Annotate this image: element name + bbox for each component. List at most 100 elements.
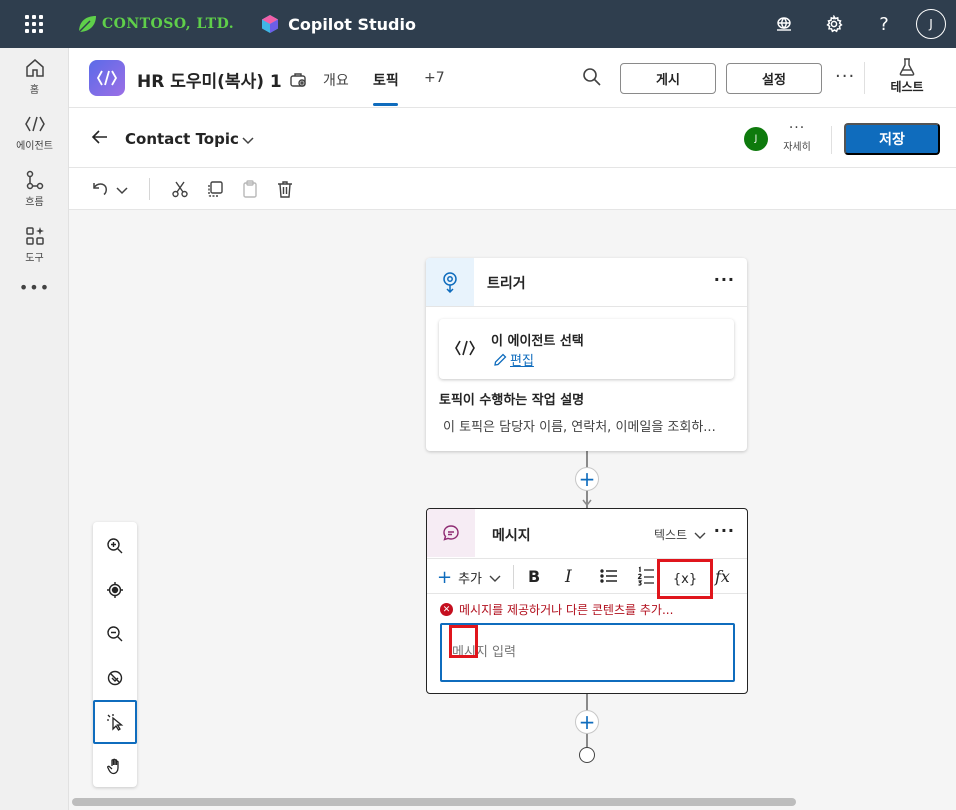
details-button[interactable]: ··· 자세히 [779,121,815,153]
app-launcher-button[interactable] [0,0,68,48]
trigger-title: 트리거 [487,276,526,292]
left-rail: 홈 에이전트 흐름 도구 ••• [0,48,69,810]
topic-name[interactable]: Contact Topic [125,130,239,148]
undo-dropdown-button[interactable] [115,182,129,201]
search-button[interactable] [582,67,602,91]
formula-button[interactable]: fx [715,567,730,586]
hand-icon [107,758,119,775]
agent-logo [89,60,125,96]
save-button[interactable]: 저장 [844,123,940,155]
add-label: 추가 [458,572,483,587]
trigger-node[interactable]: 트리거 ··· 이 에이전트 선택 편집 토픽이 수행하는 작업 설명 이 토픽… [426,258,747,451]
description-text[interactable]: 이 토픽은 담당자 이름, 연락처, 이메일을 조회하... [443,416,738,435]
environment-button[interactable] [764,0,804,48]
waffle-icon [25,15,43,33]
minimap-toggle-button[interactable] [93,656,137,700]
back-button[interactable] [91,128,109,150]
rail-item-home[interactable]: 홈 [0,48,69,104]
error-message: ✕ 메시지를 제공하거나 다른 콘텐츠를 추가... [440,601,673,618]
rail-more-button[interactable]: ••• [0,272,69,302]
error-icon: ✕ [440,603,453,616]
topic-dropdown-button[interactable] [241,132,255,151]
agent-select-title: 이 에이전트 선택 [491,334,584,349]
delete-button[interactable] [276,180,294,202]
pencil-icon [494,353,507,366]
trigger-icon [443,272,457,293]
tab-more[interactable]: +7 [424,70,445,86]
editor-avatar[interactable]: J [744,127,768,151]
message-icon-box [427,509,475,557]
agent-badge[interactable] [289,70,307,92]
brand-logo[interactable]: CONTOSO, LTD. [76,13,234,35]
map-off-icon [107,670,123,686]
cut-button[interactable] [171,180,189,202]
publish-button[interactable]: 게시 [620,63,716,94]
rail-item-tools[interactable]: 도구 [0,216,69,272]
message-title: 메시지 [492,528,531,544]
active-tab-indicator [373,103,398,106]
agent-header: HR 도우미(복사) 1 개요 토픽 +7 게시 설정 ··· 테스트 [69,48,956,108]
settings-button[interactable] [814,0,854,48]
zoom-out-icon [107,626,123,642]
divider [426,306,747,307]
message-editor-toolbar: + 추가 B I {x} fx [427,558,747,599]
flask-icon [899,58,915,76]
bold-button[interactable]: B [528,567,540,586]
copilot-studio-logo-icon [262,15,279,33]
user-avatar-button[interactable]: J [916,9,946,39]
numbered-list-button[interactable] [637,566,655,590]
message-type-label: 텍스트 [654,528,688,542]
message-input[interactable] [440,623,735,682]
rail-item-flows[interactable]: 흐름 [0,160,69,216]
settings-tab-button[interactable]: 설정 [726,63,822,94]
add-content-dropdown[interactable]: + 추가 [437,568,502,587]
recenter-button[interactable] [93,568,137,612]
select-mode-button[interactable] [93,700,137,744]
clipboard-icon [243,180,257,198]
edit-link[interactable]: 편집 [493,350,534,369]
rail-item-agents[interactable]: 에이전트 [0,104,69,160]
more-options-button[interactable]: ··· [835,66,855,87]
agent-select-card[interactable]: 이 에이전트 선택 편집 [439,319,734,379]
add-node-button[interactable]: + [575,710,599,734]
target-icon [107,582,123,598]
rail-label: 흐름 [25,196,44,208]
canvas-toolbar [69,168,956,210]
pan-mode-button[interactable] [93,744,137,788]
copy-button[interactable] [206,180,224,202]
message-type-dropdown[interactable]: 텍스트 [654,526,707,543]
horizontal-scrollbar[interactable] [72,798,796,806]
tab-overview[interactable]: 개요 [323,70,349,90]
test-button[interactable]: 테스트 [885,58,929,95]
zoom-out-button[interactable] [93,612,137,656]
flow-icon [26,170,43,189]
tab-topics[interactable]: 토픽 [373,70,399,90]
gear-icon [826,15,843,33]
paste-button[interactable] [241,180,259,202]
add-node-button[interactable]: + [575,467,599,491]
numbered-list-icon [637,566,654,586]
tools-icon [25,226,44,245]
copy-icon [208,181,223,197]
rail-label: 도구 [25,252,44,264]
agent-icon [24,116,45,131]
bullet-list-button[interactable] [600,568,618,588]
arrow-left-icon [91,130,107,144]
top-bar: CONTOSO, LTD. Copilot Studio ? J [0,0,956,48]
italic-button[interactable]: I [565,567,572,587]
message-more-button[interactable]: ··· [714,521,735,540]
help-button[interactable]: ? [864,0,904,48]
pointer-select-icon [107,714,124,731]
chevron-down-icon [694,532,706,539]
zoom-in-button[interactable] [93,524,137,568]
bullet-list-icon [600,569,617,583]
message-node[interactable]: 메시지 텍스트 ··· + 추가 B I {x} fx ✕ 메시지를 제공하거나… [426,508,748,694]
trigger-more-button[interactable]: ··· [714,270,735,289]
product-switcher[interactable]: Copilot Studio [260,14,416,34]
rail-label: 홈 [29,84,40,96]
plus-icon: + [437,566,453,588]
divider [149,178,150,200]
insert-variable-button[interactable]: {x} [657,559,713,599]
help-icon: ? [879,13,889,35]
undo-button[interactable] [91,180,109,202]
